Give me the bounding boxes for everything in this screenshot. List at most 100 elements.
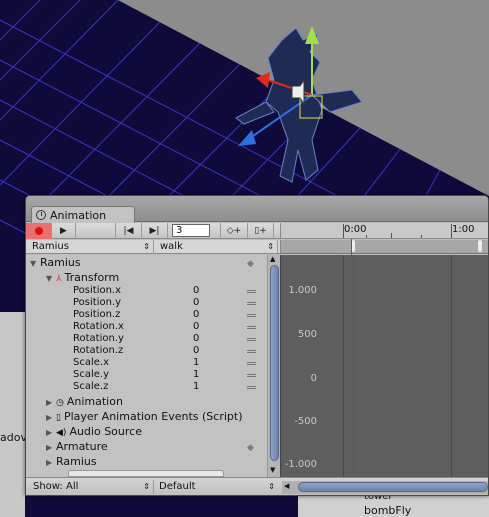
add-keyframe-icon: ◇+ — [226, 226, 242, 236]
hierarchy-root[interactable]: ▼ Ramius ◆ — [26, 255, 267, 270]
y-axis-label: 1.000 — [288, 285, 317, 296]
object-dropdown[interactable]: Ramius ⇕ — [28, 240, 154, 254]
playhead-handle[interactable] — [351, 239, 352, 255]
wrap-mode-value: Default — [159, 481, 196, 492]
property-row[interactable]: Scale.y 1 — [26, 369, 267, 381]
dopesheet-summary-row[interactable] — [280, 240, 488, 254]
root-label: Ramius — [40, 256, 81, 269]
curve-editor[interactable]: 1.000 500 0 -500 -1.000 — [280, 255, 488, 477]
property-row[interactable]: Rotation.y 0 — [26, 333, 267, 345]
add-event-button[interactable]: ▯+ — [248, 223, 274, 239]
component-row-player-events[interactable]: ▶ ▯ Player Animation Events (Script) — [26, 409, 267, 424]
prev-keyframe-icon: |◀ — [123, 226, 134, 236]
next-keyframe-button[interactable]: ▶| — [142, 223, 168, 239]
hierarchy-scrollbar[interactable]: ▲ ▼ — [267, 255, 280, 477]
property-row[interactable]: Rotation.x 0 — [26, 321, 267, 333]
component-label: Audio Source — [69, 425, 142, 438]
show-filter-dropdown[interactable]: Show: All ⇕ — [30, 480, 154, 494]
updown-arrow-icon: ⇕ — [143, 482, 150, 491]
component-row-animation[interactable]: ▶ ◷ Animation — [26, 394, 267, 409]
collapsed-triangle-icon: ▶ — [46, 458, 53, 467]
hierarchy-scroll-thumb[interactable] — [270, 265, 279, 461]
wrap-mode-dropdown[interactable]: Default ⇕ — [156, 480, 278, 494]
property-row[interactable]: Scale.z 1 — [26, 381, 267, 393]
y-axis-label: 500 — [297, 329, 317, 340]
component-label: Animation — [66, 395, 123, 408]
selector-row: Ramius ⇕ walk ⇕ — [26, 240, 280, 254]
property-name: Position.y — [73, 297, 122, 308]
property-name: Rotation.y — [73, 333, 124, 344]
collapsed-triangle-icon: ▶ — [46, 398, 53, 407]
clock-icon — [36, 210, 46, 220]
curve-grid-column — [343, 255, 344, 477]
transform-label: Transform — [64, 271, 120, 284]
scroll-down-arrow-icon[interactable]: ▼ — [270, 466, 275, 474]
animation-toolbar: ▶ |◀ ▶| 3 ◇+ ▯+ — [26, 223, 280, 239]
scroll-up-arrow-icon[interactable]: ▲ — [270, 255, 275, 263]
play-button[interactable]: ▶ — [52, 223, 76, 239]
property-hierarchy[interactable]: ▼ Ramius ◆ ▼ ⅄ Transform Position.x 0 Posit… — [26, 255, 267, 477]
collapsed-triangle-icon: ▶ — [46, 443, 53, 452]
property-value: 0 — [193, 345, 200, 356]
project-item-bombfly[interactable]: bombFly — [364, 504, 411, 517]
property-value: 0 — [193, 309, 200, 320]
tab-bar: Animation — [26, 196, 488, 223]
row-partial — [68, 470, 224, 477]
component-row-armature[interactable]: ▶ Armature ◆ — [26, 439, 267, 454]
component-label: Armature — [56, 440, 108, 453]
scroll-left-arrow-icon[interactable]: ◀ — [284, 482, 289, 490]
background-label: adov — [0, 431, 27, 444]
show-filter-value: Show: All — [33, 481, 79, 492]
property-name: Scale.z — [73, 381, 109, 392]
property-row[interactable]: Position.x 0 — [26, 285, 267, 297]
property-row[interactable]: Position.z 0 — [26, 309, 267, 321]
expanded-triangle-icon: ▼ — [46, 274, 53, 283]
property-value: 0 — [193, 333, 200, 344]
updown-arrow-icon: ⇕ — [268, 482, 275, 491]
record-icon — [34, 227, 43, 235]
property-name: Rotation.x — [73, 321, 124, 332]
tab-animation[interactable]: Animation — [31, 206, 135, 223]
property-name: Scale.x — [73, 357, 110, 368]
ruler-tick — [391, 233, 392, 238]
updown-arrow-icon: ⇕ — [267, 242, 274, 251]
timeline-scrollbar[interactable]: ◀ — [282, 481, 488, 494]
play-icon: ▶ — [60, 226, 67, 236]
property-row[interactable]: Position.y 0 — [26, 297, 267, 309]
prev-keyframe-button[interactable]: |◀ — [116, 223, 142, 239]
timeline-scroll-thumb[interactable] — [298, 482, 488, 492]
record-button[interactable] — [26, 223, 52, 239]
object-dropdown-value: Ramius — [32, 241, 69, 252]
y-axis-label: -500 — [294, 416, 317, 427]
component-row-audio-source[interactable]: ▶ ◀) Audio Source — [26, 424, 267, 439]
transform-row[interactable]: ▼ ⅄ Transform — [26, 270, 267, 285]
equals-icon — [247, 350, 256, 353]
collapsed-triangle-icon: ▶ — [46, 428, 53, 437]
equals-icon — [247, 290, 256, 293]
clip-dropdown-value: walk — [160, 241, 183, 252]
spacer — [76, 223, 116, 239]
collapsed-triangle-icon: ▶ — [46, 413, 53, 422]
property-name: Rotation.z — [73, 345, 124, 356]
equals-icon — [247, 374, 256, 377]
property-row[interactable]: Scale.x 1 — [26, 357, 267, 369]
frame-input[interactable]: 3 — [172, 224, 210, 237]
timeline-ruler[interactable]: 0:00 1:00 — [280, 223, 488, 239]
equals-icon — [247, 314, 256, 317]
clip-dropdown[interactable]: walk ⇕ — [156, 240, 278, 254]
property-row[interactable]: Rotation.z 0 — [26, 345, 267, 357]
equals-icon — [247, 362, 256, 365]
add-event-icon: ▯+ — [254, 226, 267, 236]
equals-icon — [247, 302, 256, 305]
bottom-bar: Show: All ⇕ Default ⇕ ◀ — [26, 477, 488, 495]
property-value: 1 — [193, 369, 200, 380]
component-row-ramius[interactable]: ▶ Ramius — [26, 454, 267, 469]
component-label: Player Animation Events (Script) — [63, 410, 243, 423]
playhead-line — [353, 255, 354, 477]
property-value: 0 — [193, 297, 200, 308]
property-name: Position.x — [73, 285, 122, 296]
property-value: 0 — [193, 321, 200, 332]
inspector-panel-bg — [0, 312, 25, 517]
add-keyframe-button[interactable]: ◇+ — [220, 223, 248, 239]
property-name: Position.z — [73, 309, 121, 320]
